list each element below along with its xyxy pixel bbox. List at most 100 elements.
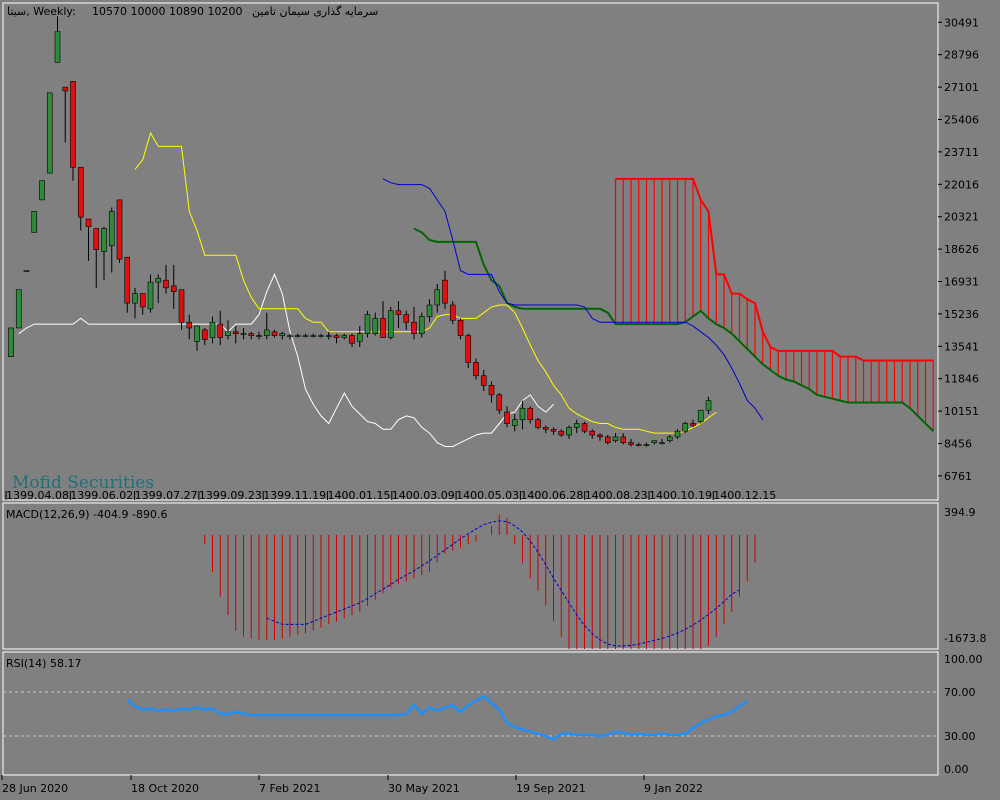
candle-body: [465, 335, 472, 363]
candle-body: [411, 321, 417, 334]
candle-body: [372, 318, 379, 334]
candle-body: [170, 285, 177, 292]
candle-body: [705, 400, 712, 411]
macd-tick-label: 394.9: [944, 506, 976, 519]
candle-body: [434, 289, 441, 306]
candle-body: [46, 92, 53, 174]
candle-body: [527, 407, 534, 421]
candle-body: [488, 385, 495, 396]
candle-body: [70, 81, 76, 168]
candle-body: [232, 331, 239, 334]
price-tick-label: 11846: [944, 373, 979, 386]
date-axis-label: 18 Oct 2020: [131, 782, 199, 795]
price-tick-label: 13541: [944, 340, 979, 353]
candle-body: [449, 304, 456, 321]
price-date-label: 1400.06.28: [520, 489, 583, 502]
price-tick-label: 15236: [944, 308, 979, 321]
candle-body: [163, 279, 169, 289]
candle-body: [54, 31, 61, 63]
candle-body: [101, 228, 107, 252]
candle-body: [62, 86, 69, 92]
watermark: Mofid Securities: [12, 473, 154, 493]
candle-body: [248, 333, 255, 336]
date-axis-label: 7 Feb 2021: [259, 782, 320, 795]
candle-body: [457, 320, 464, 336]
chart-canvas: 30491 28796 27101 25406 23711 22016 20321 18626…: [0, 0, 1000, 800]
candle-body: [39, 180, 45, 201]
candle-body: [442, 279, 448, 304]
candle-body: [279, 333, 286, 336]
candle-body: [504, 411, 510, 424]
candle-body: [697, 409, 704, 422]
price-tick-label: 6761: [944, 470, 972, 483]
price-tick-label: 22016: [944, 178, 979, 191]
candle-body: [132, 293, 138, 304]
candle-body: [550, 428, 557, 432]
candle-body: [240, 333, 247, 335]
candle-body: [674, 430, 681, 438]
candle-body: [256, 335, 262, 337]
candle-body: [356, 333, 363, 342]
candle-body: [186, 321, 193, 329]
candle-body: [194, 325, 200, 342]
rsi-tick-label: 100.00: [944, 653, 983, 666]
candle-body: [573, 423, 580, 428]
candle-body: [659, 442, 665, 444]
candle-body: [147, 281, 154, 310]
macd-tick-label: -1673.8: [944, 632, 986, 645]
candle-body: [155, 277, 162, 283]
candle-body: [349, 335, 355, 344]
date-axis-label: 19 Sep 2021: [516, 782, 586, 795]
candle-body: [124, 256, 131, 304]
price-tick-label: 20321: [944, 211, 979, 224]
candle-body: [418, 316, 425, 334]
candle-body: [380, 318, 386, 338]
price-tick-label: 25406: [944, 113, 979, 126]
candle-body: [15, 289, 22, 329]
chart-header-company: سرمایه گذاری سیمان تامین: [252, 5, 379, 18]
candle-body: [581, 423, 588, 432]
candle-body: [302, 335, 309, 337]
date-axis-label: 30 May 2021: [388, 782, 460, 795]
candle-body: [139, 293, 146, 308]
price-date-label: 1400.01.15: [328, 489, 391, 502]
candle-body: [201, 329, 208, 340]
price-tick-label: 16931: [944, 275, 979, 288]
candle-body: [473, 362, 479, 377]
candle-body: [519, 407, 526, 421]
date-axis-label: 9 Jan 2022: [644, 782, 703, 795]
candle-body: [294, 335, 301, 337]
rsi-tick-label: 30.00: [944, 730, 976, 743]
price-tick-label: 23711: [944, 146, 979, 159]
candle-body: [310, 335, 317, 337]
price-date-label: 1400.08.23: [585, 489, 648, 502]
price-tick-label: 18626: [944, 243, 979, 256]
candle-body: [318, 335, 324, 337]
candle-body: [566, 427, 572, 436]
candle-body: [690, 423, 696, 426]
price-date-label: 1400.12.15: [713, 489, 776, 502]
price-date-label: 1400.05.03: [456, 489, 519, 502]
candle-body: [511, 419, 518, 426]
candle-body: [395, 310, 402, 315]
candle-body: [480, 375, 487, 386]
candle-body: [325, 335, 332, 337]
candle-body: [93, 228, 100, 250]
candle-body: [612, 436, 619, 442]
candle-body: [604, 436, 611, 443]
candle-body: [535, 419, 541, 428]
price-date-label: 1400.03.09: [392, 489, 455, 502]
candle-body: [666, 436, 673, 442]
rsi-label: RSI(14) 58.17: [6, 657, 81, 670]
candle-body: [217, 323, 224, 338]
candle-body: [387, 310, 394, 338]
candle-body: [225, 331, 231, 336]
candle-body: [620, 436, 627, 443]
candle-body: [558, 430, 565, 436]
candle-body: [77, 167, 84, 218]
candle-body: [178, 289, 185, 323]
candle-body: [682, 423, 689, 432]
candle-body: [108, 211, 115, 247]
candle-body: [23, 270, 30, 272]
candle-body: [542, 427, 549, 430]
